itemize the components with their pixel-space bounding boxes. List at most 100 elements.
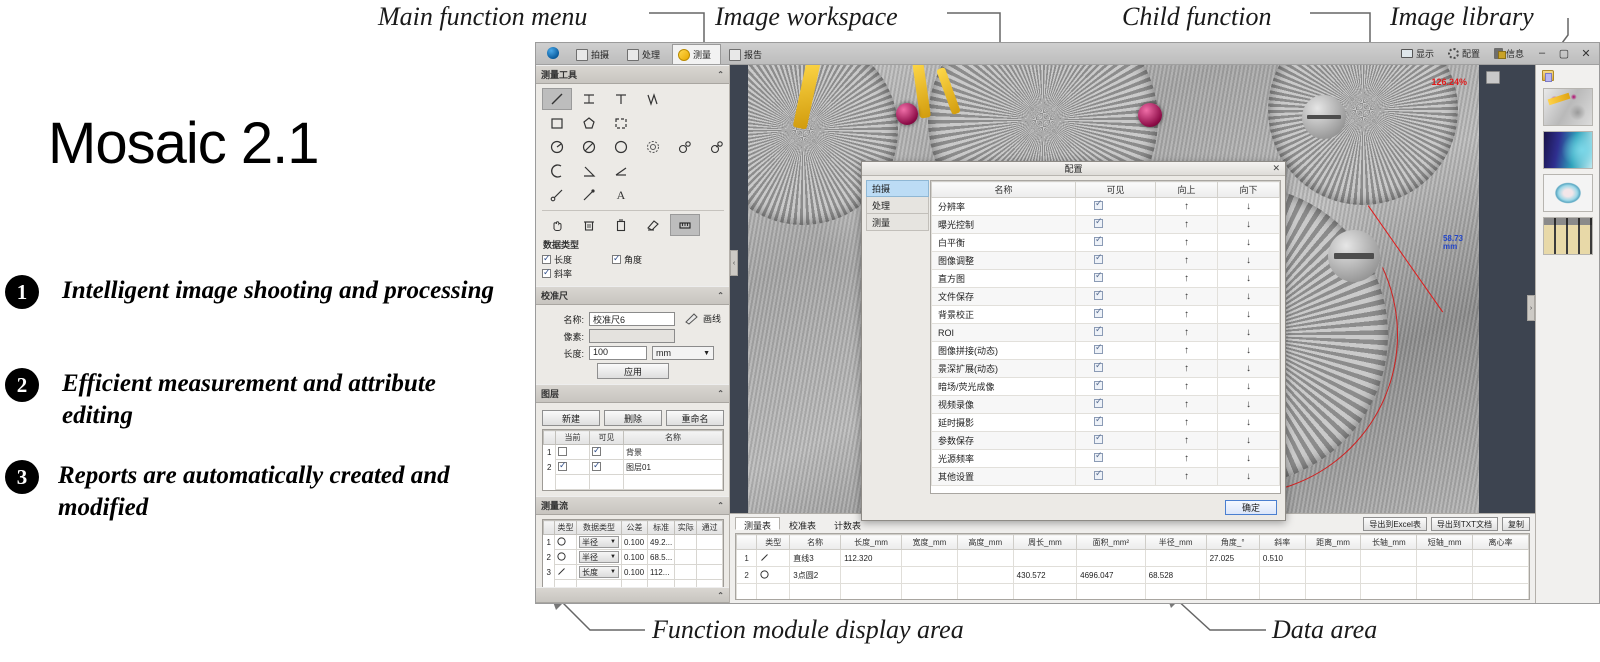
export-txt-button[interactable]: 导出到TXT文档 [1430,517,1498,531]
polygon-tool[interactable] [574,112,604,134]
table-row[interactable]: 视频录像 ✓ ↑ ↓ [931,395,1280,414]
snapshot-icon[interactable] [1486,71,1500,84]
config-row-up-arrow[interactable]: ↑ [1155,395,1218,414]
draw-line-button[interactable]: 画线 [684,311,721,325]
circle-3point-tool[interactable] [574,136,604,158]
data-cell-area[interactable] [1076,549,1146,567]
config-row-visible[interactable]: ✓ [1075,431,1156,450]
tab-capture[interactable]: 拍摄 [570,44,619,64]
layer-name-cell[interactable]: 背景 [623,444,723,460]
pointer-tool[interactable] [574,184,604,206]
config-row-up-arrow[interactable]: ↑ [1155,449,1218,468]
panel-header-measurement-tools[interactable]: 测量工具 ⌃ [536,65,729,84]
circle-tool[interactable] [606,136,636,158]
table-row[interactable]: 图像拼接(动态) ✓ ↑ ↓ [931,341,1280,360]
layer-current-cell[interactable] [555,459,590,475]
calibration-length-input[interactable]: 100 [589,346,647,360]
parallel-tool[interactable] [574,88,604,110]
angle-tool[interactable] [574,160,604,182]
data-cell-radius[interactable] [1144,549,1207,567]
minimize-button[interactable]: – [1532,43,1552,63]
config-row-down-arrow[interactable]: ↓ [1217,341,1280,360]
panel-header-layers[interactable]: 图层 ⌃ [536,384,729,403]
folder-icon[interactable] [1542,69,1554,82]
polyline-tool[interactable] [638,88,668,110]
list-item[interactable] [1542,217,1593,255]
config-row-down-arrow[interactable]: ↓ [1217,233,1280,252]
config-row-up-arrow[interactable]: ↑ [1155,197,1218,216]
calibrate-tool[interactable] [670,214,700,236]
tab-calibration-table[interactable]: 校准表 [780,517,825,531]
tab-measure[interactable]: 测量 [672,44,722,64]
config-row-visible[interactable]: ✓ [1075,269,1156,288]
clear-tool[interactable] [638,214,668,236]
table-row[interactable]: 1 直线3 112.320 27.025 0.510 [736,549,1529,567]
checkbox-angle[interactable]: 角度 [612,253,642,266]
right-panel-collapse-handle[interactable]: › [1527,295,1535,321]
two-circle-tool[interactable] [670,136,700,158]
table-row[interactable]: 景深扩展(动态) ✓ ↑ ↓ [931,359,1280,378]
layer-visible-checkbox[interactable] [592,445,601,456]
data-cell-length[interactable]: 112.320 [840,549,902,567]
table-row[interactable]: 参数保存 ✓ ↑ ↓ [931,431,1280,450]
checkbox-slope[interactable]: 斜率 [542,267,572,280]
table-row[interactable]: 2 图层01 [543,459,723,475]
delete-tool[interactable] [606,214,636,236]
rectangle-tool[interactable] [542,112,572,134]
config-row-down-arrow[interactable]: ↓ [1217,377,1280,396]
flow-datatype-select[interactable]: 半径 ▼ [579,536,619,548]
annulus-tool[interactable] [638,136,668,158]
config-row-up-arrow[interactable]: ↑ [1155,251,1218,270]
config-row-up-arrow[interactable]: ↑ [1155,431,1218,450]
checkbox-length[interactable]: 长度 [542,253,572,266]
layer-current-checkbox[interactable] [558,460,567,471]
maximize-button[interactable]: ▢ [1554,43,1574,63]
config-tab-process[interactable]: 处理 [866,197,929,214]
data-cell-name[interactable]: 直线3 [789,549,842,567]
checkbox-angle-box[interactable] [612,253,622,264]
panel-header-measurement-flow[interactable]: 测量流 ⌃ [536,496,729,515]
layer-visible-cell[interactable] [589,444,624,460]
config-row-up-arrow[interactable]: ↑ [1155,287,1218,306]
data-cell-name[interactable]: 3点圆2 [789,566,842,584]
list-item[interactable] [1542,88,1593,126]
data-cell-height[interactable] [956,549,1014,567]
calibration-apply-button[interactable]: 应用 [597,363,669,379]
data-cell-length[interactable] [840,566,902,584]
layer-new-button[interactable]: 新建 [542,410,600,426]
measurement-table-wrap[interactable]: 类型 名称 长度_mm 宽度_mm 高度_mm 周长_mm 面积_mm² 半径_mm 角度_° 斜… [735,533,1530,600]
config-row-down-arrow[interactable]: ↓ [1217,251,1280,270]
list-item[interactable] [1542,174,1593,212]
config-row-visible[interactable]: ✓ [1075,305,1156,324]
config-row-down-arrow[interactable]: ↓ [1217,215,1280,234]
export-excel-button[interactable]: 导出到Excel表 [1363,517,1427,531]
angle-4point-tool[interactable] [606,160,636,182]
config-row-down-arrow[interactable]: ↓ [1217,431,1280,450]
flow-datatype-select[interactable]: 长度 ▼ [579,566,619,578]
config-dialog-close-icon[interactable]: ✕ [1272,163,1280,174]
data-cell-perimeter[interactable] [1012,549,1078,567]
data-cell-slope[interactable] [1258,566,1306,584]
table-row[interactable]: 1 背景 [543,444,723,460]
close-button[interactable]: ✕ [1576,43,1596,63]
config-row-visible[interactable]: ✓ [1075,323,1156,342]
chevron-up-icon-flow[interactable]: ⌃ [717,501,724,510]
config-row-down-arrow[interactable]: ↓ [1217,395,1280,414]
config-tab-capture[interactable]: 拍摄 [866,180,929,197]
table-row[interactable]: 白平衡 ✓ ↑ ↓ [931,233,1280,252]
config-row-visible[interactable]: ✓ [1075,377,1156,396]
chevron-up-icon[interactable]: ⌃ [717,70,724,79]
config-row-up-arrow[interactable]: ↑ [1155,233,1218,252]
data-cell-distance[interactable] [1304,549,1362,567]
config-row-up-arrow[interactable]: ↑ [1155,323,1218,342]
chevron-up-icon-extra[interactable]: ⌃ [717,591,724,600]
config-row-visible[interactable]: ✓ [1075,467,1156,486]
table-row[interactable]: 延时摄影 ✓ ↑ ↓ [931,413,1280,432]
table-row[interactable]: 暗场/荧光成像 ✓ ↑ ↓ [931,377,1280,396]
config-row-up-arrow[interactable]: ↑ [1155,215,1218,234]
config-row-up-arrow[interactable]: ↑ [1155,377,1218,396]
table-row[interactable]: 1 半径 ▼ 0.100 49.2... [543,534,723,550]
list-item[interactable] [1542,131,1593,169]
config-row-down-arrow[interactable]: ↓ [1217,323,1280,342]
layer-visible-checkbox[interactable] [592,460,601,471]
